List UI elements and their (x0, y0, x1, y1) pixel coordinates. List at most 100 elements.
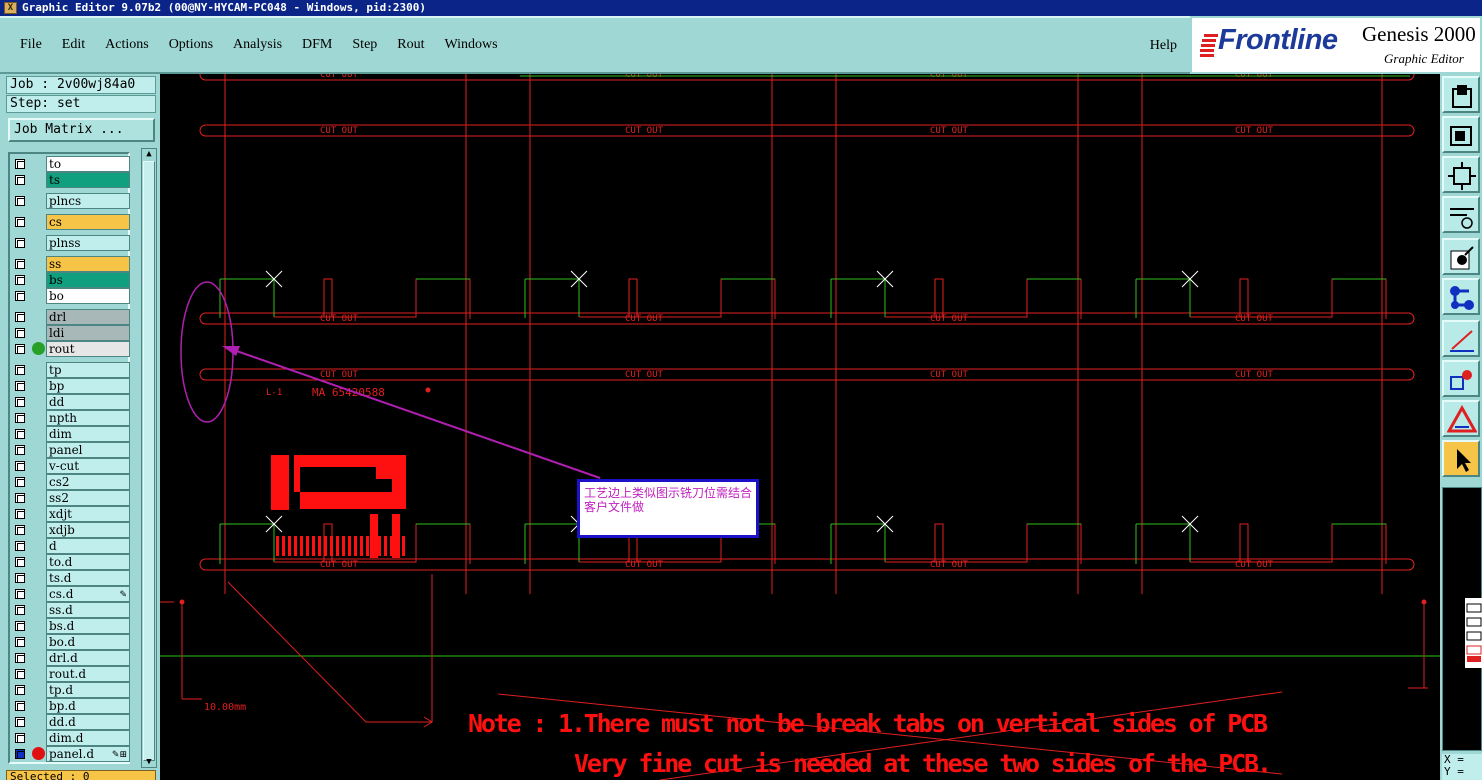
layer-name[interactable]: xdjb (46, 522, 130, 538)
layer-checkbox[interactable] (15, 445, 25, 455)
layer-checkbox[interactable] (15, 717, 25, 727)
layer-checkbox[interactable] (15, 461, 25, 471)
layer-checkbox[interactable] (15, 175, 25, 185)
layer-name[interactable]: rout.d (46, 666, 130, 682)
layer-checkbox[interactable] (15, 159, 25, 169)
layer-list-scrollbar[interactable]: ▲ ▼ (141, 148, 157, 768)
layer-row-ss2[interactable]: ss2 (12, 490, 130, 506)
layer-row-plnss[interactable]: plnss (12, 235, 130, 251)
layer-row-bp[interactable]: bp (12, 378, 130, 394)
layer-row-bp-d[interactable]: bp.d (12, 698, 130, 714)
menu-options[interactable]: Options (166, 37, 216, 53)
layer-row-panel-d[interactable]: panel.d ✎⊞ (12, 746, 130, 762)
layer-name[interactable]: cs.d ✎ (46, 586, 130, 602)
shapes-button[interactable] (1442, 360, 1480, 397)
layer-name[interactable]: xdjt (46, 506, 130, 522)
layer-name[interactable]: ts.d (46, 570, 130, 586)
layer-name[interactable]: ss (46, 256, 130, 272)
layer-checkbox[interactable] (15, 344, 25, 354)
layer-row-cs-d[interactable]: cs.d ✎ (12, 586, 130, 602)
scroll-up-icon[interactable]: ▲ (144, 149, 154, 159)
layer-row-bo[interactable]: bo (12, 288, 130, 304)
scrollbar-thumb[interactable] (143, 161, 155, 761)
layer-name[interactable]: bs (46, 272, 130, 288)
layer-row-plncs[interactable]: plncs (12, 193, 130, 209)
layer-name[interactable]: tp (46, 362, 130, 378)
layer-name[interactable]: plnss (46, 235, 130, 251)
layer-name[interactable]: bp (46, 378, 130, 394)
layer-row-rout-d[interactable]: rout.d (12, 666, 130, 682)
layer-name[interactable]: bo.d (46, 634, 130, 650)
layer-name[interactable]: d (46, 538, 130, 554)
layer-checkbox[interactable] (15, 365, 25, 375)
layer-checkbox[interactable] (15, 573, 25, 583)
layer-row-dim[interactable]: dim (12, 426, 130, 442)
layer-row-bs-d[interactable]: bs.d (12, 618, 130, 634)
layer-row-ts-d[interactable]: ts.d (12, 570, 130, 586)
layer-checkbox[interactable] (15, 275, 25, 285)
layer-name[interactable]: v-cut (46, 458, 130, 474)
layer-checkbox[interactable] (15, 509, 25, 519)
layer-checkbox[interactable] (15, 413, 25, 423)
layer-row-cs[interactable]: cs (12, 214, 130, 230)
layer-row-to[interactable]: to (12, 156, 130, 172)
measure-button[interactable] (1442, 196, 1480, 233)
zoom-fit-button[interactable] (1442, 156, 1480, 193)
layer-up-button[interactable] (1442, 76, 1480, 113)
x-app-icon[interactable]: X (4, 2, 17, 14)
layer-checkbox[interactable] (15, 637, 25, 647)
layer-checkbox[interactable] (15, 196, 25, 206)
menu-help[interactable]: Help (1147, 38, 1180, 54)
menu-actions[interactable]: Actions (102, 37, 152, 53)
annotation-note-box[interactable]: 工艺边上类似图示铣刀位需结合客户文件做 (577, 479, 759, 538)
layer-checkbox[interactable] (15, 685, 25, 695)
scroll-down-icon[interactable]: ▼ (144, 757, 154, 767)
layer-name[interactable]: plncs (46, 193, 130, 209)
layer-checkbox[interactable] (15, 238, 25, 248)
layer-checkbox[interactable] (15, 541, 25, 551)
layer-row-bs[interactable]: bs (12, 272, 130, 288)
menu-dfm[interactable]: DFM (299, 37, 335, 53)
layer-checkbox[interactable] (15, 397, 25, 407)
layer-name[interactable]: cs (46, 214, 130, 230)
layer-row-dim-d[interactable]: dim.d (12, 730, 130, 746)
layer-name[interactable]: npth (46, 410, 130, 426)
layer-row-panel[interactable]: panel (12, 442, 130, 458)
layer-checkbox[interactable] (15, 259, 25, 269)
layer-checkbox[interactable] (15, 749, 25, 759)
layer-checkbox[interactable] (15, 312, 25, 322)
layer-name[interactable]: tp.d (46, 682, 130, 698)
layer-name[interactable]: drl (46, 309, 130, 325)
layer-checkbox[interactable] (15, 621, 25, 631)
snap-button[interactable] (1442, 238, 1480, 275)
layer-row-npth[interactable]: npth (12, 410, 130, 426)
layer-name[interactable]: bo (46, 288, 130, 304)
layer-checkbox[interactable] (15, 525, 25, 535)
layer-row-ss[interactable]: ss (12, 256, 130, 272)
layer-checkbox[interactable] (15, 291, 25, 301)
layer-row-rout[interactable]: rout (12, 341, 130, 357)
layer-name[interactable]: ss2 (46, 490, 130, 506)
pcb-drawing[interactable]: CUT OUT CUT OUT CUT OUT CUT OUT CUT OUT CUT O… (160, 74, 1440, 780)
job-matrix-button[interactable]: Job Matrix ... (8, 118, 155, 142)
layer-name[interactable]: ts (46, 172, 130, 188)
layer-checkbox[interactable] (15, 653, 25, 663)
layer-row-ts[interactable]: ts (12, 172, 130, 188)
menu-windows[interactable]: Windows (442, 37, 501, 53)
layer-row-d[interactable]: d (12, 538, 130, 554)
layer-checkbox[interactable] (15, 381, 25, 391)
nodes-button[interactable] (1442, 278, 1480, 315)
layer-checkbox[interactable] (15, 557, 25, 567)
menu-step[interactable]: Step (349, 37, 380, 53)
layer-row-bo-d[interactable]: bo.d (12, 634, 130, 650)
layer-checkbox[interactable] (15, 477, 25, 487)
layer-row-dd-d[interactable]: dd.d (12, 714, 130, 730)
layer-row-drl-d[interactable]: drl.d (12, 650, 130, 666)
layer-checkbox[interactable] (15, 429, 25, 439)
line-draw-button[interactable] (1442, 320, 1480, 357)
layer-name[interactable]: ss.d (46, 602, 130, 618)
layer-row-drl[interactable]: drl (12, 309, 130, 325)
layer-name[interactable]: dim.d (46, 730, 130, 746)
layer-checkbox[interactable] (15, 493, 25, 503)
warning-button[interactable] (1442, 400, 1480, 437)
